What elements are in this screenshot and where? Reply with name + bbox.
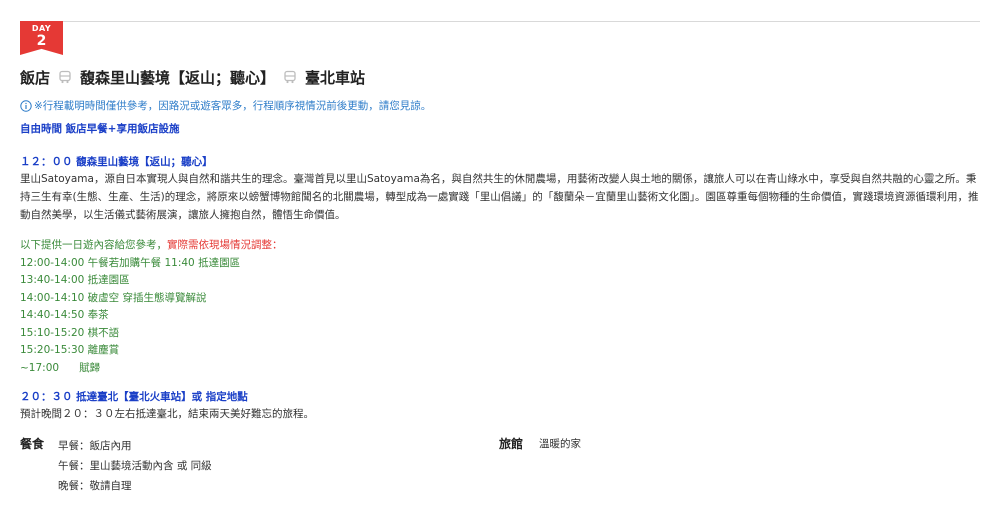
meals-heading: 餐食	[20, 437, 45, 451]
notice-text: ※行程載明時間僅供參考，因路況或遊客眾多，行程順序視情況前後更動，請您見諒。	[34, 100, 432, 112]
route-start: 飯店	[20, 68, 51, 87]
schedule-item: 15:10-15:20 棋不語	[20, 326, 120, 339]
schedule-item: 13:40-14:00 抵達園區	[20, 274, 130, 286]
schedule-item: ~17:00 賦歸	[20, 361, 101, 374]
meal-item: 早餐：飯店內用	[58, 440, 132, 452]
route-end: 臺北車站	[305, 68, 366, 87]
schedule-item: 14:00-14:10 破虛空 穿插生態導覽解說	[20, 291, 207, 304]
meal-item: 晚餐：敬請自理	[58, 480, 132, 492]
meals-section: 餐食 早餐：飯店內用 午餐：里山藝境活動內含 或 同級 晚餐：敬請自理	[20, 436, 212, 496]
route-title: 飯店 馥森里山藝境【返山；聽心】 臺北車站	[20, 66, 365, 88]
route-stop: 馥森里山藝境【返山；聽心】	[80, 68, 276, 87]
day-badge: DAY 2	[20, 21, 63, 55]
hotel-value: 溫暖的家	[539, 438, 581, 450]
schedule-item: 12:00-14:00 午餐若加購午餐 11:40 抵達園區	[20, 256, 241, 269]
schedule-item: 14:40-14:50 奉茶	[20, 309, 109, 321]
schedule-item: 15:20-15:30 離塵賞	[20, 344, 120, 356]
schedule-intro: 以下提供一日遊內容給您參考，	[20, 239, 167, 251]
day-number: 2	[36, 33, 47, 49]
hotel-section: 旅館 溫暖的家	[499, 436, 581, 452]
hotel-heading: 旅館	[499, 437, 524, 451]
info-icon	[20, 99, 32, 112]
stop-title: ２０：３０ 抵達臺北【臺北火車站】或 指定地點	[20, 391, 248, 403]
stop-description: 預計晚間２０：３０左右抵達臺北，結束兩天美好難忘的旅程。	[20, 408, 314, 420]
section-divider	[20, 21, 980, 22]
stop-title: １２：００ 馥森里山藝境【返山；聽心】	[20, 156, 213, 168]
schedule-warning: 實際需依現場情況調整：	[167, 239, 283, 251]
meal-item: 午餐：里山藝境活動內含 或 同級	[58, 460, 212, 472]
free-time-title: 自由時間 飯店早餐+享用飯店設施	[20, 123, 180, 135]
itinerary-notice: ※行程載明時間僅供參考，因路況或遊客眾多，行程順序視情況前後更動，請您見諒。	[20, 98, 431, 113]
bus-icon	[59, 70, 71, 84]
schedule-block: 以下提供一日遊內容給您參考，實際需依現場情況調整： 12:00-14:00 午餐…	[20, 237, 283, 377]
stop-description: 里山Satoyama，源自日本實現人與自然和諧共生的理念。臺灣首見以里山Sato…	[20, 173, 979, 221]
bus-icon	[284, 70, 296, 84]
